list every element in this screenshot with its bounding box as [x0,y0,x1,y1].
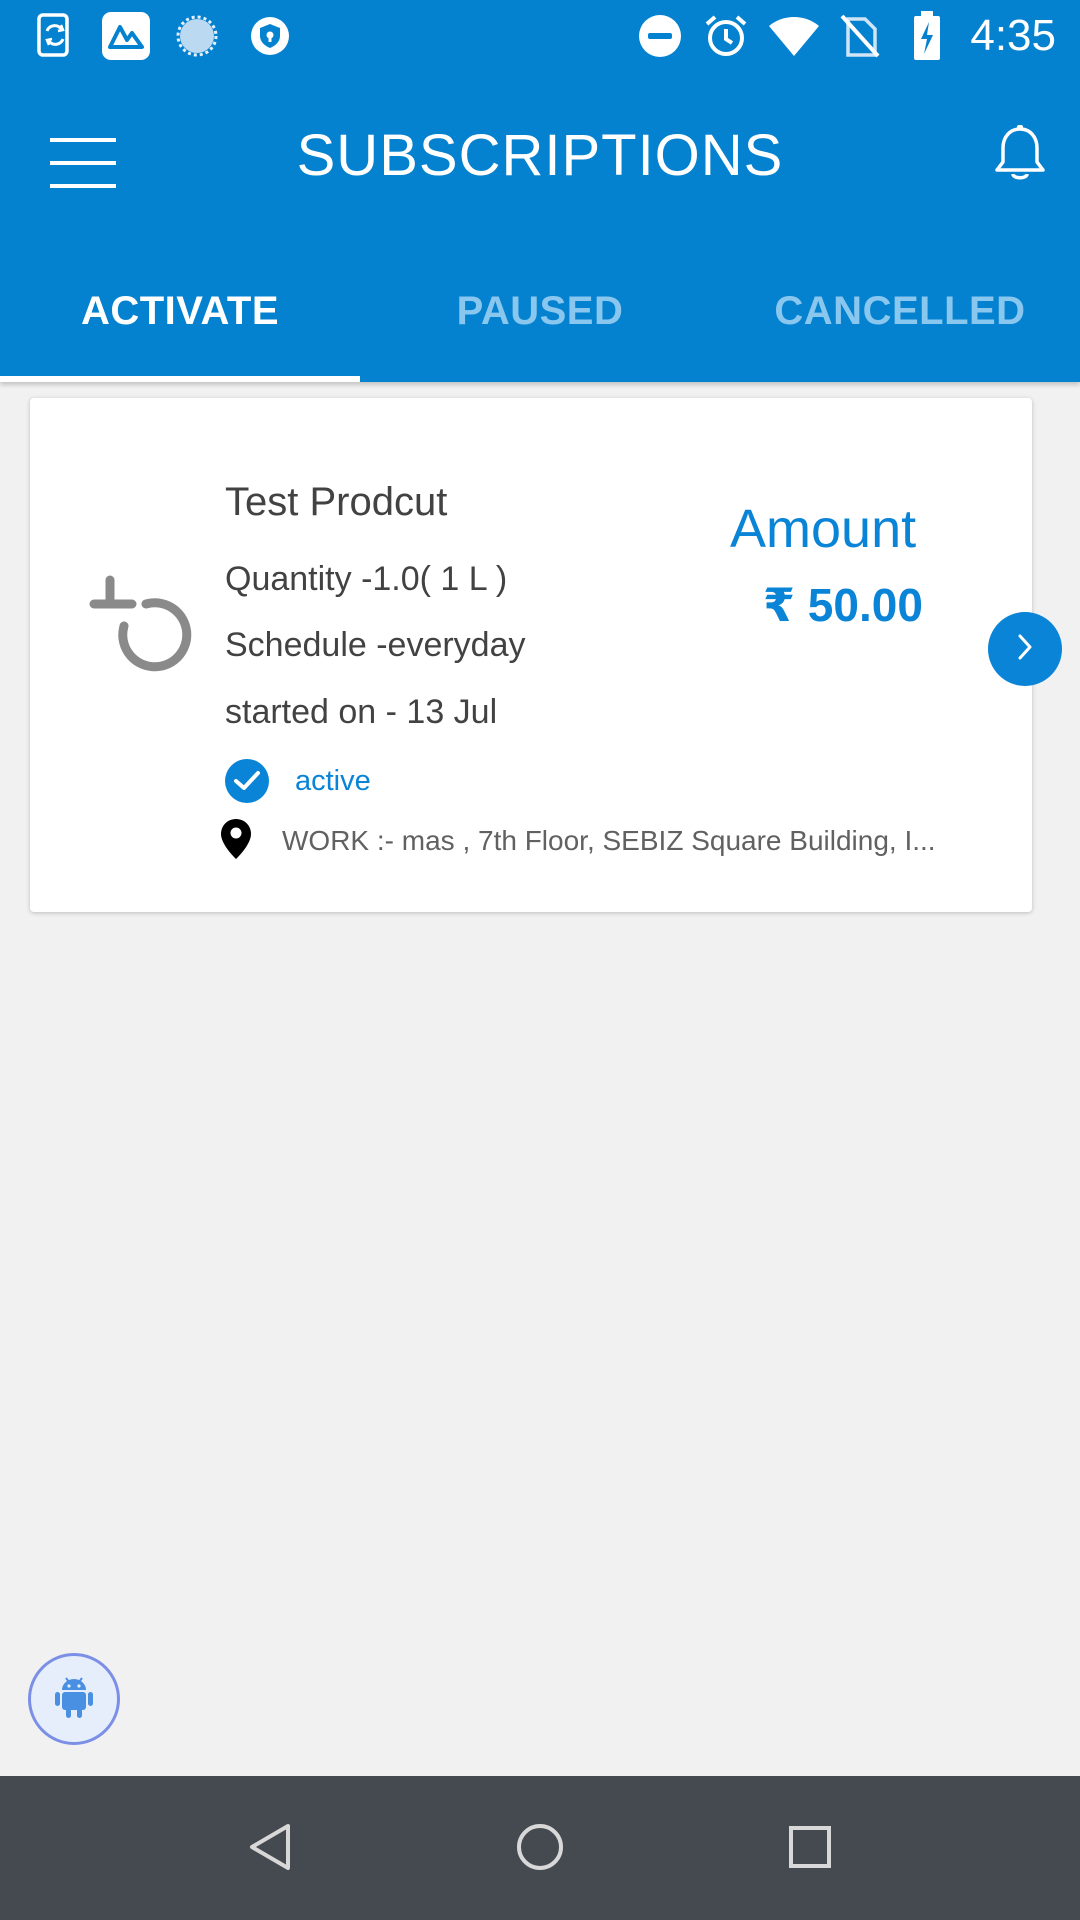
phone-sync-icon [36,12,76,60]
location-pin-icon [220,818,252,865]
back-button[interactable] [225,1804,315,1894]
tab-activate[interactable]: ACTIVATE [0,240,360,382]
vpn-shield-icon [248,12,292,60]
tab-indicator [0,376,360,382]
product-name: Test Prodcut [225,480,448,524]
tab-cancelled[interactable]: CANCELLED [720,240,1080,382]
battery-charging-icon [910,11,944,60]
do-not-disturb-icon [636,12,684,60]
app-bar: SUBSCRIPTIONS [0,72,1080,240]
wifi-icon [766,12,822,60]
page-title: SUBSCRIPTIONS [296,123,784,188]
details-button[interactable] [988,612,1062,686]
no-sim-icon [838,12,882,60]
loading-circle-icon [174,12,220,60]
home-icon [515,1822,565,1877]
product-logo [88,566,200,678]
floating-assist-button[interactable] [28,1653,120,1745]
recents-icon [787,1824,833,1875]
start-date-text: started on - 13 Jul [225,693,498,731]
notifications-button[interactable] [984,120,1056,192]
subscription-card[interactable]: Test Prodcut Quantity -1.0( 1 L ) Schedu… [30,398,1032,912]
bell-icon [992,124,1048,189]
tab-bar: ACTIVATE PAUSED CANCELLED [0,240,1080,382]
schedule-text: Schedule -everyday [225,626,526,664]
alarm-icon [702,12,750,60]
recents-button[interactable] [765,1804,855,1894]
check-circle-icon [225,759,269,803]
back-icon [246,1822,294,1877]
amount-label: Amount [730,499,917,559]
status-badge: active [295,764,371,797]
status-bar: 4:35 [0,0,1080,72]
system-nav-bar [0,1776,1080,1920]
home-button[interactable] [495,1804,585,1894]
quantity-text: Quantity -1.0( 1 L ) [225,560,508,598]
clock-time: 4:35 [970,11,1056,60]
android-icon [54,1674,94,1725]
address-row: WORK :- mas , 7th Floor, SEBIZ Square Bu… [220,818,980,864]
maps-app-icon [100,12,152,60]
amount-value: ₹ 50.00 [763,579,923,631]
status-row: active [225,758,371,804]
address-text: WORK :- mas , 7th Floor, SEBIZ Square Bu… [282,825,936,856]
tab-paused[interactable]: PAUSED [360,240,720,382]
chevron-right-icon [1014,632,1036,667]
